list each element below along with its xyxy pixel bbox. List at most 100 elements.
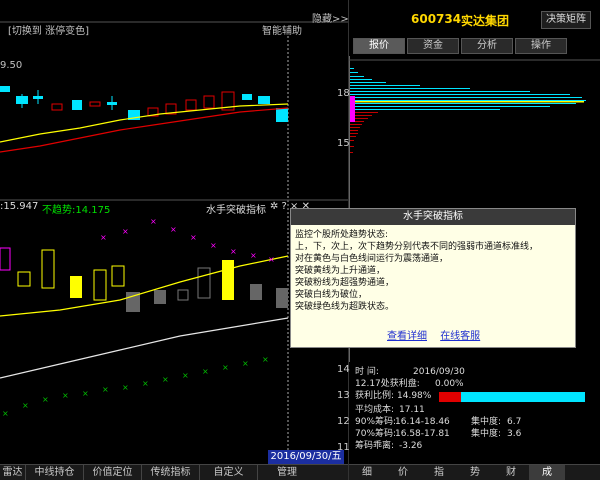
tab-index[interactable]: 指 (421, 465, 457, 480)
svg-text:×: × (2, 409, 9, 418)
channel-yellow-line (0, 255, 289, 317)
stock-header: 600734 实达集团 决策矩阵 (349, 0, 600, 38)
profit-ratio-bar-cyan (461, 392, 585, 402)
svg-text:×: × (268, 255, 275, 264)
svg-text:×: × (262, 355, 269, 364)
popup-line: 上，下，次上，次下趋势分别代表不同的强弱市通道标准线， (295, 242, 539, 252)
stat-time-label: 时 间: (355, 367, 379, 377)
stat-profit-label: 12.17处获利盘: (355, 379, 420, 389)
svg-text:×: × (22, 401, 29, 410)
popup-line: 突破绿色线为超跌状态。 (295, 302, 395, 312)
green-crosses: × × × × × × × × × × × × × × (2, 355, 269, 418)
stat-avgcost-label: 平均成本: (355, 405, 395, 415)
indicator-name[interactable]: 水手突破指标 (206, 201, 266, 216)
svg-text:×: × (100, 233, 107, 242)
hide-button[interactable]: 隐藏>> (312, 10, 349, 25)
stat-profit-value: 0.00% (435, 379, 464, 389)
svg-text:×: × (122, 383, 129, 392)
tab-traditional-indicator[interactable]: 传统指标 (142, 465, 200, 480)
svg-text:×: × (222, 363, 229, 372)
stat-avgcost-value: 17.11 (399, 405, 425, 415)
stat-dispersion-value: -3.26 (399, 441, 423, 451)
svg-text:×: × (150, 217, 157, 226)
tab-custom[interactable]: 自定义 (200, 465, 258, 480)
svg-text:×: × (250, 251, 257, 260)
cursor-date-label: 2016/09/30/五 (268, 450, 344, 464)
axis-tick-18: 18 (337, 88, 350, 99)
ma-red-line (0, 107, 289, 153)
tab-manage[interactable]: 管理 (258, 465, 316, 480)
quote-tabs: 报价 资金 分析 操作 (353, 38, 597, 54)
svg-text:×: × (162, 375, 169, 384)
channel-white-line (0, 317, 289, 379)
axis-tick-13: 13 (337, 390, 350, 401)
popup-line: 突破黄线为上升通道， (295, 266, 386, 276)
svg-text:×: × (230, 247, 237, 256)
popup-links: 查看详细 在线客服 (387, 327, 490, 342)
stock-name: 实达集团 (461, 14, 510, 28)
view-detail-link[interactable]: 查看详细 (387, 331, 427, 342)
tab-quote[interactable]: 报价 (353, 38, 405, 54)
svg-text:×: × (42, 395, 49, 404)
switch-color-button[interactable]: [切换到 涨停变色] (8, 22, 89, 37)
popup-title: 水手突破指标 (291, 209, 575, 225)
svg-text:×: × (182, 371, 189, 380)
stat-chip90-value: 16.14-18.46 (395, 417, 450, 427)
axis-tick-14: 14 (337, 364, 350, 375)
ma-yellow-line (0, 103, 289, 143)
svg-text:×: × (242, 359, 249, 368)
tab-midline-holding[interactable]: 中线持仓 (26, 465, 84, 480)
popup-line: 突破白线为破位， (295, 290, 368, 300)
svg-text:×: × (102, 385, 109, 394)
indicator-value-1: :15.947 (0, 201, 39, 212)
indicator-tabs: 雷达 中线持仓 价值定位 传统指标 自定义 管理 (0, 464, 348, 480)
axis-tick-12: 12 (337, 416, 350, 427)
stat-ratio-label: 获利比例: (355, 391, 395, 401)
tab-analysis[interactable]: 分析 (461, 38, 513, 54)
indicator-tooltip-popup: 水手突破指标 监控个股所处趋势状态: 上，下，次上，次下趋势分别代表不同的强弱市… (290, 208, 576, 348)
stat-conc90-label: 集中度: (471, 417, 502, 427)
svg-text:×: × (82, 389, 89, 398)
stat-conc70-label: 集中度: (471, 429, 502, 439)
stat-chip70-label: 70%筹码: (355, 429, 397, 439)
stat-time-value: 2016/09/30 (413, 367, 465, 377)
axis-tick-11: 11 (337, 442, 350, 453)
tab-funds[interactable]: 资金 (407, 38, 459, 54)
svg-text:×: × (170, 225, 177, 234)
detail-tabs: 细 价 指 势 财 成 (349, 464, 600, 480)
indicator-value-2: 不趋势:14.175 (42, 205, 111, 216)
popup-body: 监控个股所处趋势状态: 上，下，次上，次下趋势分别代表不同的强弱市通道标准线， … (291, 225, 575, 313)
stat-chip90-label: 90%筹码: (355, 417, 397, 427)
chip-stats: 时 间: 2016/09/30 12.17处获利盘: 0.00% 获利比例: 14.… (355, 366, 595, 452)
online-service-link[interactable]: 在线客服 (440, 331, 480, 342)
tab-detail[interactable]: 细 (349, 465, 385, 480)
lower-candles (0, 247, 288, 312)
decision-matrix-button[interactable]: 决策矩阵 (541, 11, 591, 29)
svg-text:×: × (190, 233, 197, 242)
profit-ratio-bar-red (439, 392, 461, 402)
tab-operation[interactable]: 操作 (515, 38, 567, 54)
stat-dispersion-label: 筹码乖离: (355, 441, 395, 451)
stat-chip70-value: 16.58-17.81 (395, 429, 450, 439)
popup-line: 监控个股所处趋势状态: (295, 230, 389, 240)
svg-text:×: × (142, 379, 149, 388)
magenta-crosses: × × × × × × × × × (100, 217, 275, 264)
smart-aid-button[interactable]: 智能辅助 (262, 22, 302, 37)
popup-line: 突破粉线为超强势通道， (295, 278, 395, 288)
svg-text:×: × (62, 391, 69, 400)
stat-conc90-value: 6.7 (507, 417, 522, 427)
chip-cyan-bars (350, 68, 586, 110)
svg-text:×: × (202, 367, 209, 376)
axis-tick-15: 15 (337, 138, 350, 149)
tab-value-position[interactable]: 价值定位 (84, 465, 142, 480)
stat-conc70-value: 3.6 (507, 429, 522, 439)
svg-text:×: × (210, 241, 217, 250)
svg-text:×: × (122, 227, 129, 236)
tab-radar[interactable]: 雷达 (0, 465, 26, 480)
tab-finance[interactable]: 财 (493, 465, 529, 480)
price-axis-label: 9.50 (0, 60, 23, 71)
tab-cost[interactable]: 成 (529, 465, 565, 480)
tab-price[interactable]: 价 (385, 465, 421, 480)
tab-trend[interactable]: 势 (457, 465, 493, 480)
stat-ratio-value: 14.98% (397, 391, 432, 401)
